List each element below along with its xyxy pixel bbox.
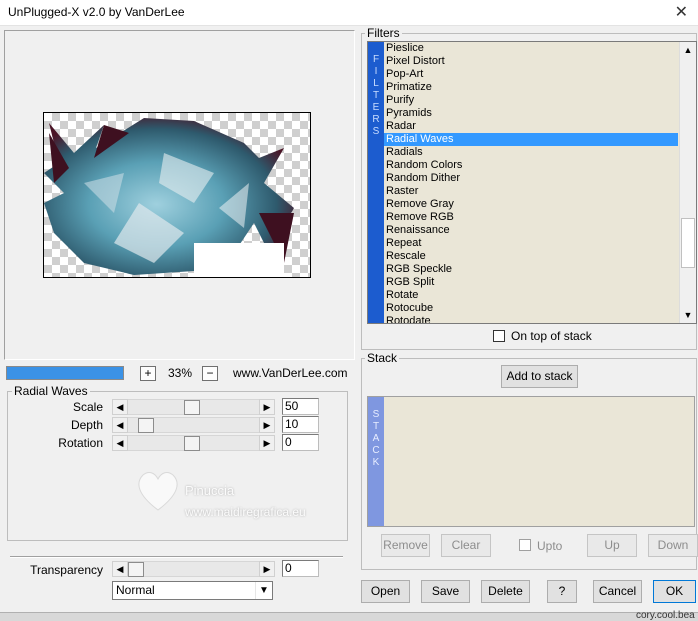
zoom-in-button[interactable]: + [140,366,156,381]
depth-left-arrow-icon[interactable]: ◀ [112,417,128,433]
list-item[interactable]: Rotate [384,289,678,302]
zoom-level: 33% [168,366,193,380]
transparency-slider-thumb[interactable] [128,562,144,577]
close-icon[interactable]: ✕ [675,2,688,22]
transparency-slider[interactable]: ◀ ▶ [112,561,275,577]
list-item[interactable]: Rotodate [384,315,678,323]
render-progress-bar [6,366,124,380]
divider [10,556,343,558]
filters-scrollbar[interactable]: ▲ ▼ [679,42,696,323]
list-item[interactable]: Radar [384,120,678,133]
cancel-button[interactable]: Cancel [593,580,642,603]
taskbar-strip [0,612,698,621]
transparency-label: Transparency [30,563,103,577]
delete-button[interactable]: Delete [481,580,530,603]
render-progress-fill [7,367,123,379]
preview-image [43,112,311,278]
title-bar: UnPlugged-X v2.0 by VanDerLee ✕ [0,0,698,26]
blend-mode-select[interactable]: Normal ▼ [112,581,273,600]
list-item-selected[interactable]: Radial Waves [384,133,678,146]
depth-right-arrow-icon[interactable]: ▶ [259,417,275,433]
scale-label: Scale [72,400,103,414]
list-item[interactable]: Pixel Distort [384,55,678,68]
preview-pane [4,30,355,360]
taskbar-text: cory.cool.bea [636,610,695,621]
upto-label: Upto [537,539,563,553]
up-button[interactable]: Up [587,534,637,557]
list-item[interactable]: Rescale [384,250,678,263]
effect-group-title: Radial Waves [12,384,90,398]
help-button[interactable]: ? [547,580,577,603]
watermark-url: www.maidiregrafica.eu [185,505,306,519]
depth-label: Depth [70,418,103,432]
transparency-input[interactable]: 0 [282,560,319,577]
rotation-right-arrow-icon[interactable]: ▶ [259,435,275,451]
list-item[interactable]: Random Colors [384,159,678,172]
list-item[interactable]: Raster [384,185,678,198]
depth-slider[interactable]: ◀ ▶ [112,417,275,433]
stack-group-title: Stack [365,351,400,365]
list-item[interactable]: Radials [384,146,678,159]
chevron-down-icon[interactable]: ▼ [255,582,272,599]
filters-side-label: FILTERS [368,42,384,323]
rotation-label: Rotation [58,436,103,450]
clear-button[interactable]: Clear [441,534,491,557]
zoom-out-button[interactable]: − [202,366,218,381]
list-item[interactable]: Random Dither [384,172,678,185]
down-button[interactable]: Down [648,534,698,557]
scale-right-arrow-icon[interactable]: ▶ [259,399,275,415]
scale-slider[interactable]: ◀ ▶ [112,399,275,415]
list-item[interactable]: Purify [384,94,678,107]
add-to-stack-button[interactable]: Add to stack [501,365,578,388]
scroll-down-arrow-icon[interactable]: ▼ [680,307,696,323]
on-top-checkbox[interactable] [493,330,505,342]
depth-input[interactable]: 10 [282,416,319,433]
transparency-right-arrow-icon[interactable]: ▶ [259,561,275,577]
list-item[interactable]: Pop-Art [384,68,678,81]
filters-group-title: Filters [365,26,402,40]
list-item[interactable]: Repeat [384,237,678,250]
list-item[interactable]: Pyramids [384,107,678,120]
scale-slider-thumb[interactable] [184,400,200,415]
rotation-input[interactable]: 0 [282,434,319,451]
scale-left-arrow-icon[interactable]: ◀ [112,399,128,415]
upto-checkbox[interactable] [519,539,531,551]
list-item[interactable]: RGB Speckle [384,263,678,276]
list-item[interactable]: Rotocube [384,302,678,315]
on-top-label: On top of stack [511,329,592,343]
transparency-left-arrow-icon[interactable]: ◀ [112,561,128,577]
list-item[interactable]: Primatize [384,81,678,94]
filter-items: Pieslice Pixel Distort Pop-Art Primatize… [384,42,678,323]
save-button[interactable]: Save [421,580,470,603]
radial-waves-preview [44,118,294,277]
open-button[interactable]: Open [361,580,410,603]
remove-button[interactable]: Remove [381,534,430,557]
scrollbar-thumb[interactable] [681,218,695,268]
rotation-slider-thumb[interactable] [184,436,200,451]
stack-list[interactable]: STACK [367,396,695,527]
scroll-up-arrow-icon[interactable]: ▲ [680,42,696,58]
watermark-name: Pinuccia [185,483,235,498]
list-item[interactable]: Remove RGB [384,211,678,224]
list-item[interactable]: RGB Split [384,276,678,289]
window-title: UnPlugged-X v2.0 by VanDerLee [8,5,185,19]
list-item[interactable]: Remove Gray [384,198,678,211]
list-item[interactable]: Renaissance [384,224,678,237]
blend-mode-value: Normal [116,583,155,597]
list-item[interactable]: Pieslice [384,42,678,55]
ok-button[interactable]: OK [653,580,696,603]
heart-logo-icon [138,471,178,511]
scale-input[interactable]: 50 [282,398,319,415]
website-link[interactable]: www.VanDerLee.com [233,366,348,380]
filters-list[interactable]: FILTERS Pieslice Pixel Distort Pop-Art P… [367,41,697,324]
depth-slider-thumb[interactable] [138,418,154,433]
rotation-left-arrow-icon[interactable]: ◀ [112,435,128,451]
stack-side-label: STACK [368,397,384,526]
rotation-slider[interactable]: ◀ ▶ [112,435,275,451]
